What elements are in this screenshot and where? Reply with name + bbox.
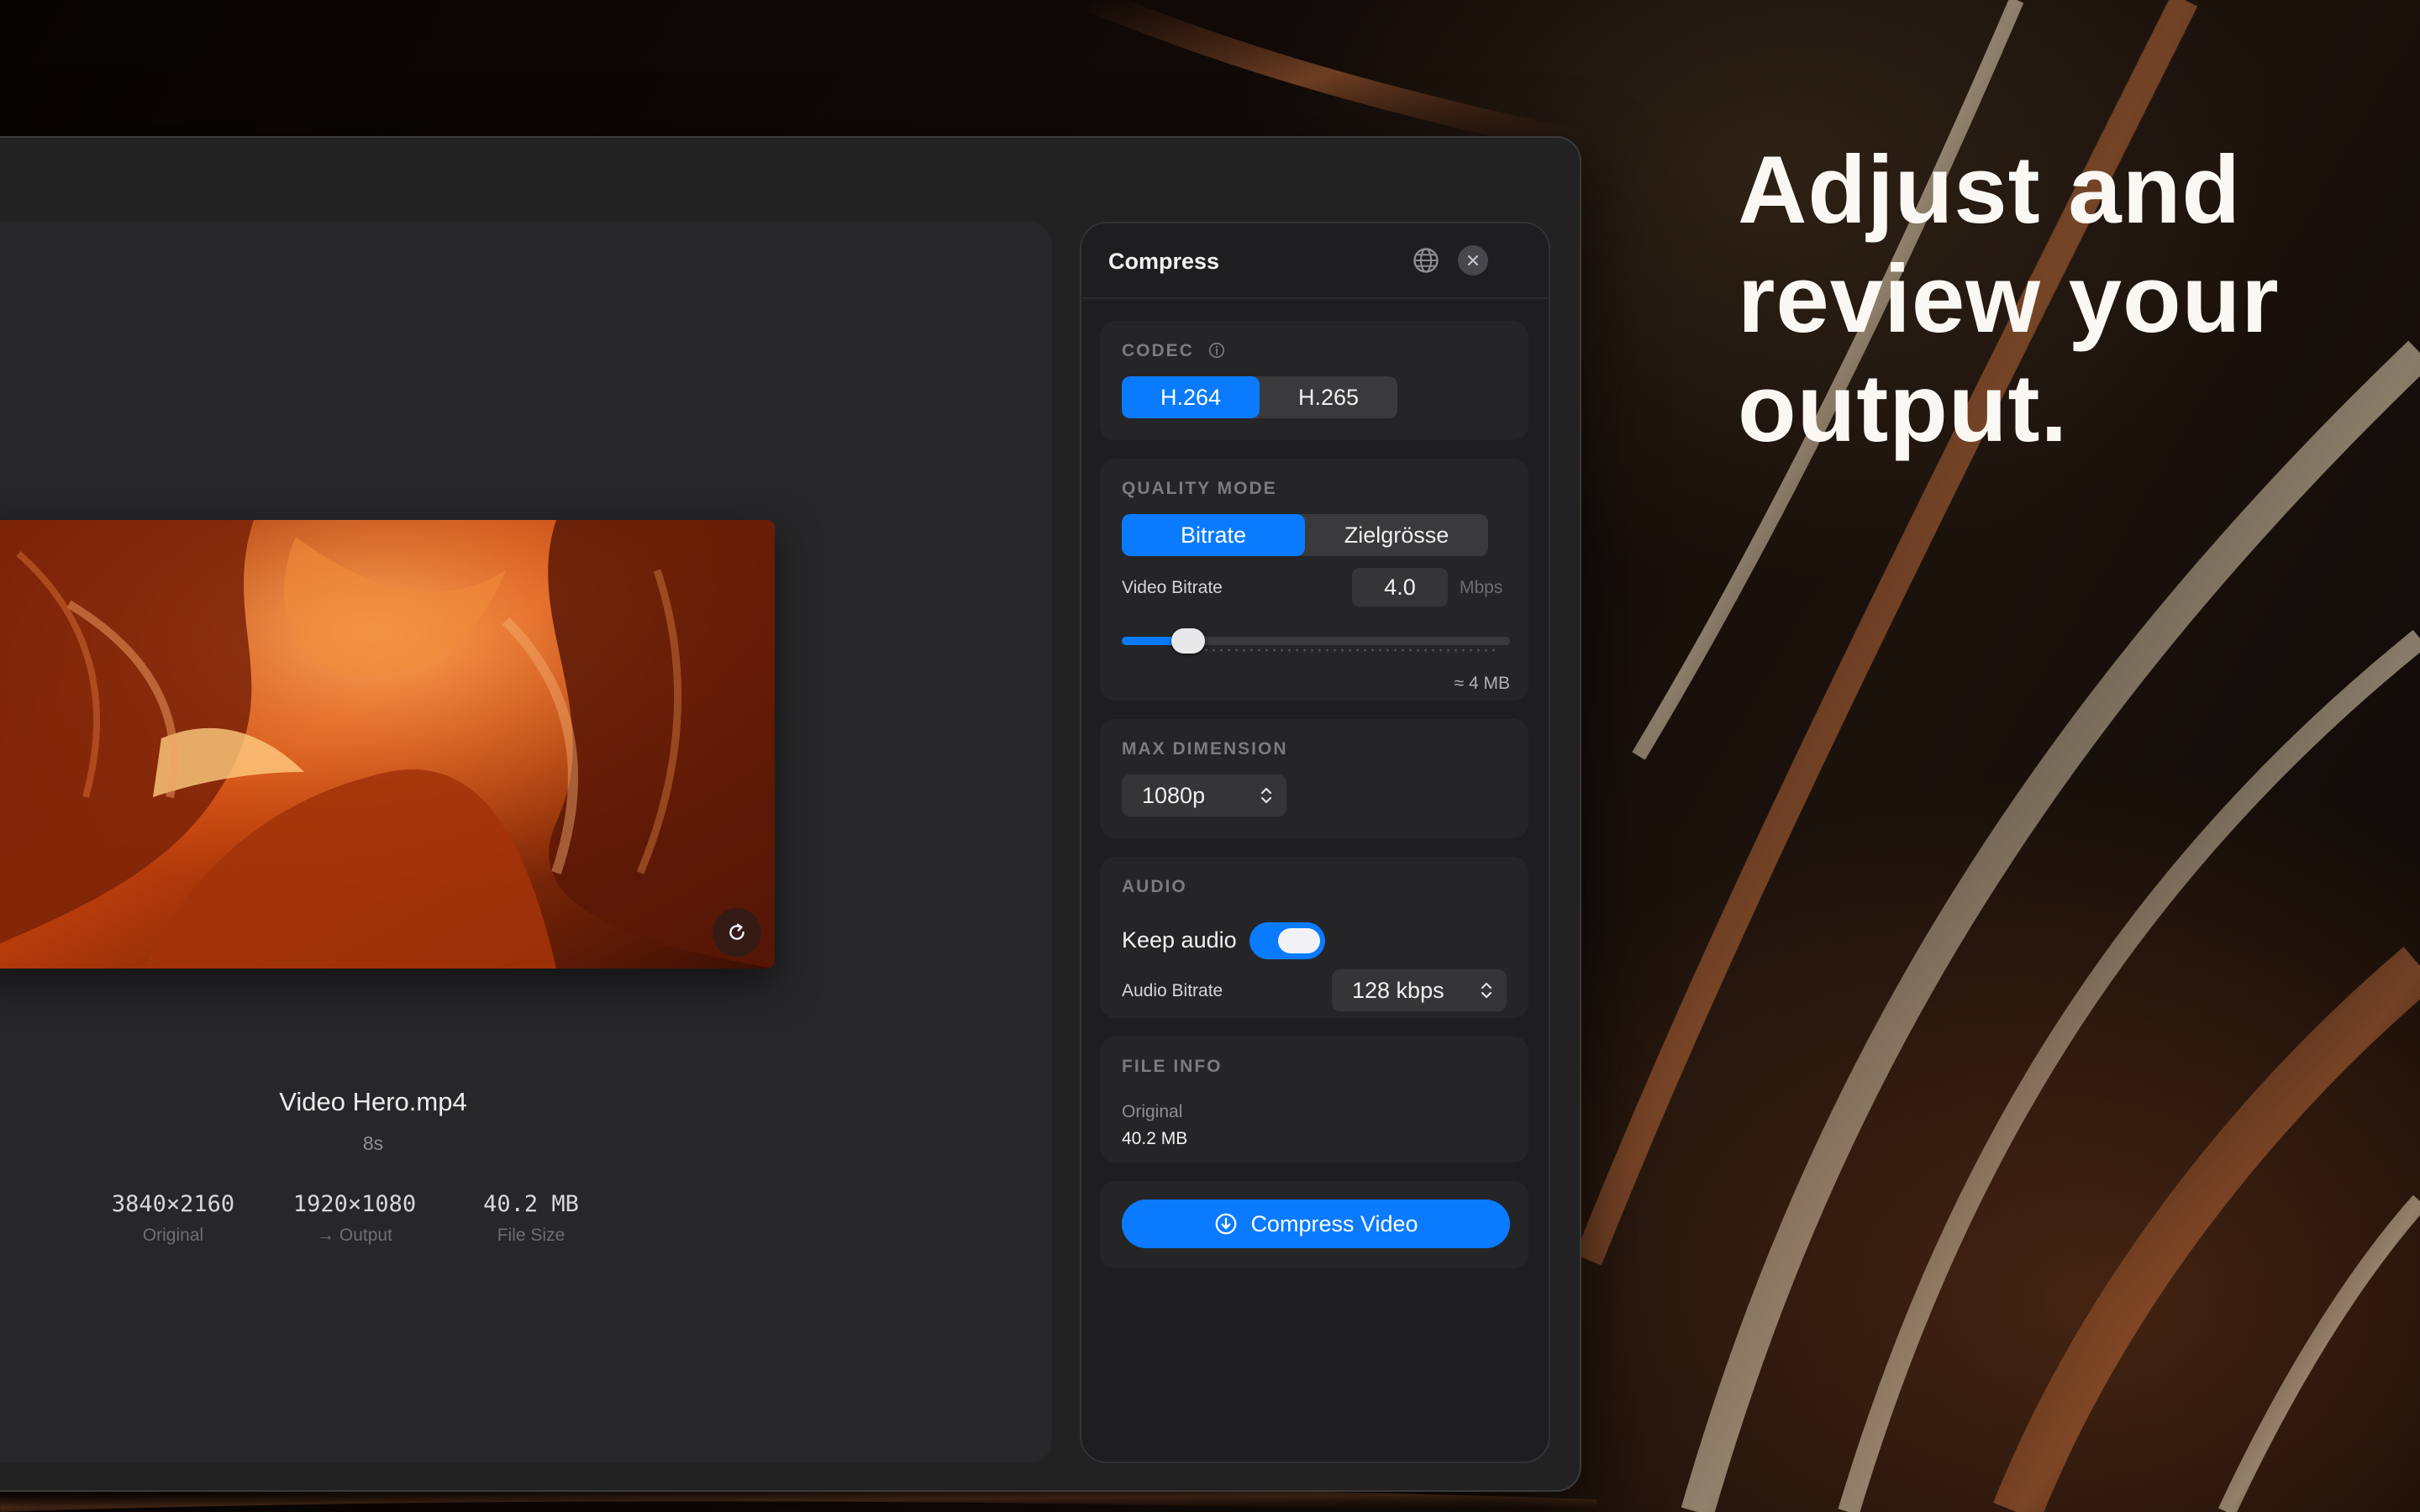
video-bitrate-label: Video Bitrate [1122, 578, 1223, 597]
meta-label: File Size [497, 1226, 566, 1245]
size-estimate: ≈ 4 MB [1454, 674, 1510, 693]
quality-mode-label: QUALITY MODE [1122, 479, 1277, 498]
keep-audio-label: Keep audio [1122, 927, 1237, 953]
headline-line-1: Adjust and [1738, 137, 2241, 244]
audio-bitrate-select[interactable]: 128 kbps [1332, 969, 1507, 1011]
max-dimension-value: 1080p [1142, 782, 1206, 808]
quality-option-target-size[interactable]: Zielgrösse [1305, 514, 1488, 556]
codec-label: CODEC [1122, 341, 1226, 361]
slider-ticks [1172, 648, 1500, 652]
meta-output-resolution: 1920×1080 → Output [262, 1191, 447, 1246]
file-name: Video Hero.mp4 [279, 1087, 467, 1116]
compress-panel: Compress CODEC H.264 H.265 QUALITY MODE … [1080, 222, 1550, 1463]
meta-value: 40.2 MB [483, 1191, 579, 1217]
chevron-up-down-icon [1481, 982, 1492, 999]
codec-segmented-control: H.264 H.265 [1122, 376, 1397, 418]
panel-title: Compress [1108, 249, 1220, 274]
quality-mode-segmented-control: Bitrate Zielgrösse [1122, 514, 1488, 556]
max-dimension-select[interactable]: 1080p [1122, 774, 1286, 816]
meta-label: Original [142, 1226, 204, 1245]
screen: Adjust and review your output. Video Her… [0, 0, 2420, 1512]
toggle-knob [1278, 928, 1320, 953]
codec-label-text: CODEC [1122, 341, 1194, 360]
codec-option-h264[interactable]: H.264 [1122, 376, 1260, 418]
keep-audio-toggle[interactable] [1249, 922, 1325, 959]
quality-mode-section: QUALITY MODE Bitrate Zielgrösse Video Bi… [1100, 459, 1528, 701]
max-dimension-label: MAX DIMENSION [1122, 739, 1288, 759]
file-info-original-value: 40.2 MB [1122, 1129, 1188, 1148]
replay-button[interactable] [713, 908, 761, 957]
audio-label: AUDIO [1122, 877, 1187, 896]
panel-header: Compress [1081, 223, 1549, 299]
app-window: Video Hero.mp4 8s 3840×2160 Original 192… [0, 136, 1581, 1492]
headline-line-2: review your [1738, 246, 2280, 353]
chevron-up-down-icon [1260, 787, 1272, 804]
language-button[interactable] [1411, 245, 1441, 276]
file-info-original-label: Original [1122, 1102, 1183, 1121]
max-dimension-section: MAX DIMENSION 1080p [1100, 719, 1528, 838]
marketing-headline: Adjust and review your output. [1738, 136, 2376, 464]
video-bitrate-slider[interactable] [1122, 623, 1510, 657]
refresh-icon [729, 923, 744, 940]
info-icon[interactable] [1207, 341, 1226, 360]
file-info-label: FILE INFO [1122, 1057, 1223, 1076]
codec-option-h265[interactable]: H.265 [1260, 376, 1397, 418]
preview-panel: Video Hero.mp4 8s 3840×2160 Original 192… [0, 222, 1052, 1463]
codec-section: CODEC H.264 H.265 [1100, 321, 1528, 440]
audio-bitrate-value: 128 kbps [1352, 977, 1444, 1003]
download-circle-icon [1216, 1213, 1237, 1235]
compress-video-button[interactable]: Compress Video [1122, 1200, 1510, 1248]
video-bitrate-unit: Mbps [1460, 578, 1503, 597]
headline-line-3: output. [1738, 355, 2069, 462]
audio-section: AUDIO Keep audio Audio Bitrate 128 kbps [1100, 857, 1528, 1018]
close-icon [1467, 255, 1479, 266]
globe-icon [1413, 248, 1439, 273]
meta-original-resolution: 3840×2160 Original [81, 1191, 266, 1246]
compress-video-label: Compress Video [1250, 1210, 1418, 1236]
meta-value: 3840×2160 [111, 1191, 235, 1217]
quality-option-bitrate[interactable]: Bitrate [1122, 514, 1305, 556]
action-section: Compress Video [1100, 1181, 1528, 1268]
canyon-image [0, 520, 775, 969]
meta-file-size: 40.2 MB File Size [439, 1191, 623, 1246]
video-thumbnail[interactable] [0, 520, 775, 969]
slider-thumb[interactable] [1171, 628, 1205, 654]
meta-label: → Output [317, 1226, 392, 1245]
meta-value: 1920×1080 [292, 1191, 417, 1217]
file-duration: 8s [362, 1132, 384, 1154]
close-button[interactable] [1458, 245, 1488, 276]
audio-bitrate-label: Audio Bitrate [1122, 981, 1223, 1000]
file-info-section: FILE INFO Original 40.2 MB [1100, 1037, 1528, 1163]
video-bitrate-input[interactable]: 4.0 [1352, 568, 1448, 606]
